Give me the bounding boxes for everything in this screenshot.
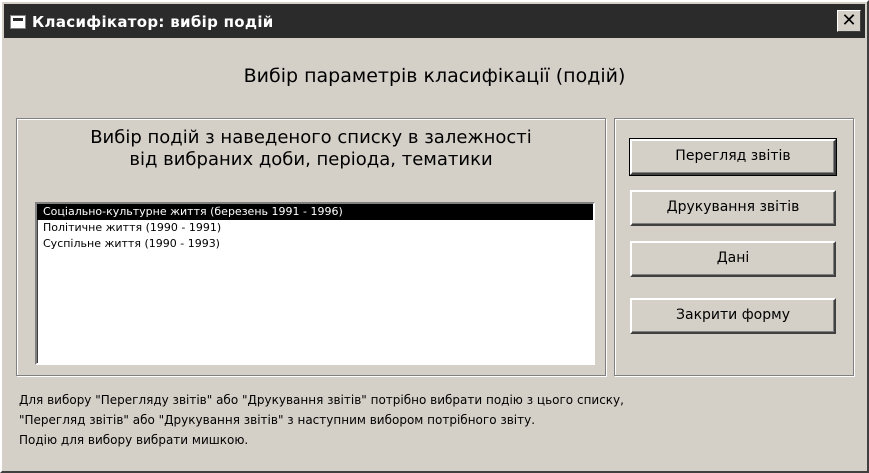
help-text-line1: Для вибору "Перегляду звітів" або "Друку… bbox=[19, 393, 624, 407]
help-text-line2: "Перегляд звітів" або "Друкування звітів… bbox=[19, 413, 536, 427]
close-icon: ✕ bbox=[841, 10, 857, 31]
app-icon bbox=[10, 15, 26, 29]
data-button[interactable]: Дані bbox=[630, 241, 836, 277]
event-selection-title: Вибір подій з наведеного списку в залежн… bbox=[16, 127, 606, 171]
close-form-button[interactable]: Закрити форму bbox=[630, 298, 836, 334]
event-selection-title-line1: Вибір подій з наведеного списку в залежн… bbox=[90, 127, 532, 148]
list-item[interactable]: Суспільне життя (1990 - 1993) bbox=[37, 236, 593, 252]
window-title: Класифікатор: вибір подій bbox=[32, 13, 274, 31]
classifier-dialog-window: Класифікатор: вибір подій ✕ Вибір параме… bbox=[0, 0, 869, 473]
dialog-heading: Вибір параметрів класифікації (подій) bbox=[243, 65, 626, 87]
list-item[interactable]: Соціально-культурне життя (березень 1991… bbox=[37, 204, 593, 220]
print-reports-button[interactable]: Друкування звітів bbox=[630, 190, 836, 226]
view-reports-button[interactable]: Перегляд звітів bbox=[629, 138, 837, 176]
event-selection-title-line2: від вибраних доби, періода, тематики bbox=[129, 149, 493, 170]
help-text: Для вибору "Перегляду звітів" або "Друку… bbox=[19, 390, 859, 450]
list-item[interactable]: Політичне життя (1990 - 1991) bbox=[37, 220, 593, 236]
help-text-line3: Подію для вибору вибрати мишкою. bbox=[19, 433, 249, 447]
events-listbox[interactable]: Соціально-культурне життя (березень 1991… bbox=[35, 202, 595, 365]
close-window-button[interactable]: ✕ bbox=[837, 10, 861, 32]
title-bar[interactable]: Класифікатор: вибір подій ✕ bbox=[4, 4, 865, 38]
